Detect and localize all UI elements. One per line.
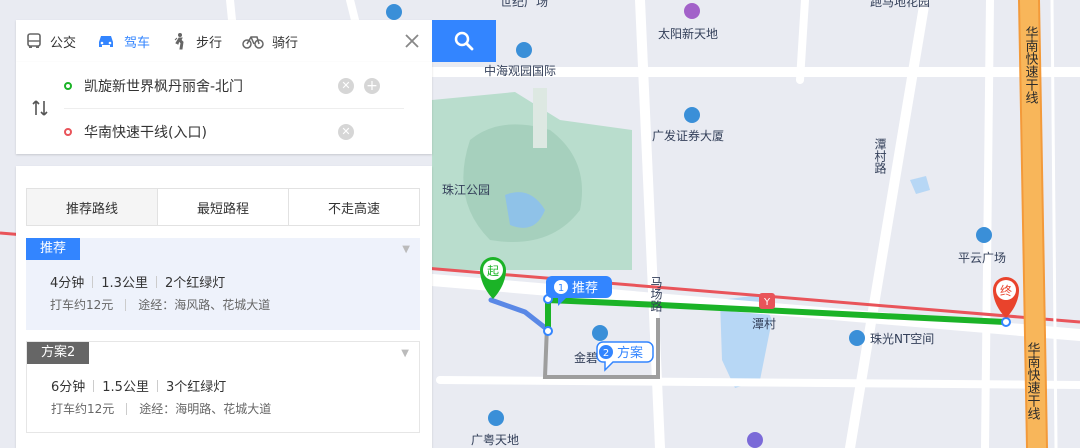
tab-recommended[interactable]: 推荐路线 xyxy=(27,189,158,225)
svg-text:推荐: 推荐 xyxy=(572,281,598,296)
plan-lights: 3个红绿灯 xyxy=(165,380,227,395)
plan-via: 途经：海风路、花城大道 xyxy=(138,298,271,312)
mode-drive[interactable]: 驾车 xyxy=(86,20,160,62)
plan-meta: 打车约12元 途经：海明路、花城大道 xyxy=(51,400,271,417)
start-input[interactable]: 凯旋新世界枫丹丽舍-北门 xyxy=(84,76,243,96)
clear-start-button[interactable]: ✕ xyxy=(338,78,354,94)
svg-text:起: 起 xyxy=(487,264,499,278)
label-tancun-road: 潭村路 xyxy=(873,138,887,175)
svg-text:华南快速干线: 华南快速干线 xyxy=(1025,342,1041,420)
walk-icon xyxy=(174,33,184,50)
svg-text:2: 2 xyxy=(603,348,609,359)
mode-walk-label: 步行 xyxy=(196,35,223,51)
plan-distance: 1.3公里 xyxy=(101,276,148,291)
plan-distance: 1.5公里 xyxy=(102,380,149,395)
label-expressway-bottom: 华南快速干线 xyxy=(1025,342,1041,420)
plan-via: 途经：海明路、花城大道 xyxy=(139,402,272,416)
route-inputs: 凯旋新世界枫丹丽舍-北门 ✕ + 华南快速干线(入口) ✕ xyxy=(16,62,432,154)
label-zhonghai: 中海观园国际 xyxy=(484,63,556,78)
bus-icon xyxy=(27,33,41,48)
clear-end-button[interactable]: ✕ xyxy=(338,124,354,140)
label-tancun: 潭村 xyxy=(752,317,776,331)
plan-badge: 方案2 xyxy=(27,342,90,364)
svg-text:1: 1 xyxy=(558,283,564,294)
route-result-panel: 推荐路线 最短路程 不走高速 推荐 ▼ 4分钟 1.3公里 2个红绿灯 打车约1… xyxy=(16,166,432,448)
route-plan-2[interactable]: 方案2 ▼ 6分钟 1.5公里 3个红绿灯 打车约12元 途经：海明路、花城大道 xyxy=(26,341,420,433)
plan-stats: 4分钟 1.3公里 2个红绿灯 xyxy=(50,272,225,291)
mode-walk[interactable]: 步行 xyxy=(160,20,232,62)
svg-text:终: 终 xyxy=(1000,283,1012,298)
label-guangyue: 广粤天地 xyxy=(471,432,519,447)
end-input[interactable]: 华南快速干线(入口) xyxy=(84,122,207,142)
plan-time: 6分钟 xyxy=(51,380,86,395)
svg-text:Y: Y xyxy=(763,297,771,308)
swap-icon[interactable] xyxy=(30,98,50,118)
search-button[interactable] xyxy=(432,20,496,62)
label-top-partial-2: 跑马地花园 xyxy=(870,0,930,9)
label-jinbi: 金碧 xyxy=(574,350,598,365)
plan-badge: 推荐 xyxy=(26,238,81,260)
label-zhuguang: 珠光NT空间 xyxy=(870,332,934,346)
add-waypoint-button[interactable]: + xyxy=(364,78,380,94)
metro-station-icon: Y xyxy=(759,293,775,309)
label-taiyang: 太阳新天地 xyxy=(658,26,718,41)
label-zhujiang-park: 珠江公园 xyxy=(442,183,490,197)
svg-text:方案: 方案 xyxy=(617,345,643,361)
mode-bike-label: 骑行 xyxy=(272,35,299,51)
tab-shortest[interactable]: 最短路程 xyxy=(158,189,289,225)
travel-mode-bar: 公交 驾车 步行 骑行 xyxy=(16,20,432,62)
mode-bike[interactable]: 骑行 xyxy=(232,20,308,62)
mode-bus[interactable]: 公交 xyxy=(16,20,86,62)
svg-text:马场路: 马场路 xyxy=(649,276,663,313)
close-button[interactable] xyxy=(392,20,432,62)
svg-text:潭村路: 潭村路 xyxy=(873,138,887,175)
svg-text:华南快速干线: 华南快速干线 xyxy=(1023,26,1039,104)
bike-icon xyxy=(242,36,264,49)
plan-lights: 2个红绿灯 xyxy=(164,276,226,291)
plan-stats: 6分钟 1.5公里 3个红绿灯 xyxy=(51,376,226,395)
search-icon xyxy=(454,31,474,51)
label-expressway-top: 华南快速干线 xyxy=(1023,26,1039,104)
end-dot xyxy=(64,128,72,136)
label-pingyun: 平云广场 xyxy=(958,251,1006,265)
route-preference-tabs: 推荐路线 最短路程 不走高速 xyxy=(26,188,420,226)
start-dot xyxy=(64,82,72,90)
label-guangfa: 广发证券大厦 xyxy=(652,128,724,143)
plan-meta: 打车约12元 途经：海风路、花城大道 xyxy=(50,296,270,313)
plan-taxi: 打车约12元 xyxy=(50,298,114,312)
mode-drive-label: 驾车 xyxy=(124,35,151,51)
tab-no-highway[interactable]: 不走高速 xyxy=(289,189,419,225)
label-mashang-road: 马场路 xyxy=(649,276,663,313)
label-top-partial-1: 世纪广场 xyxy=(500,0,548,9)
chevron-down-icon[interactable]: ▼ xyxy=(402,244,410,255)
chevron-down-icon[interactable]: ▼ xyxy=(401,348,409,359)
plan-taxi: 打车约12元 xyxy=(51,402,115,416)
close-icon xyxy=(405,34,419,48)
car-icon xyxy=(99,36,114,47)
route-plan-1[interactable]: 推荐 ▼ 4分钟 1.3公里 2个红绿灯 打车约12元 途经：海风路、花城大道 xyxy=(26,238,420,330)
mode-bus-label: 公交 xyxy=(50,35,77,51)
plan-time: 4分钟 xyxy=(50,276,85,291)
